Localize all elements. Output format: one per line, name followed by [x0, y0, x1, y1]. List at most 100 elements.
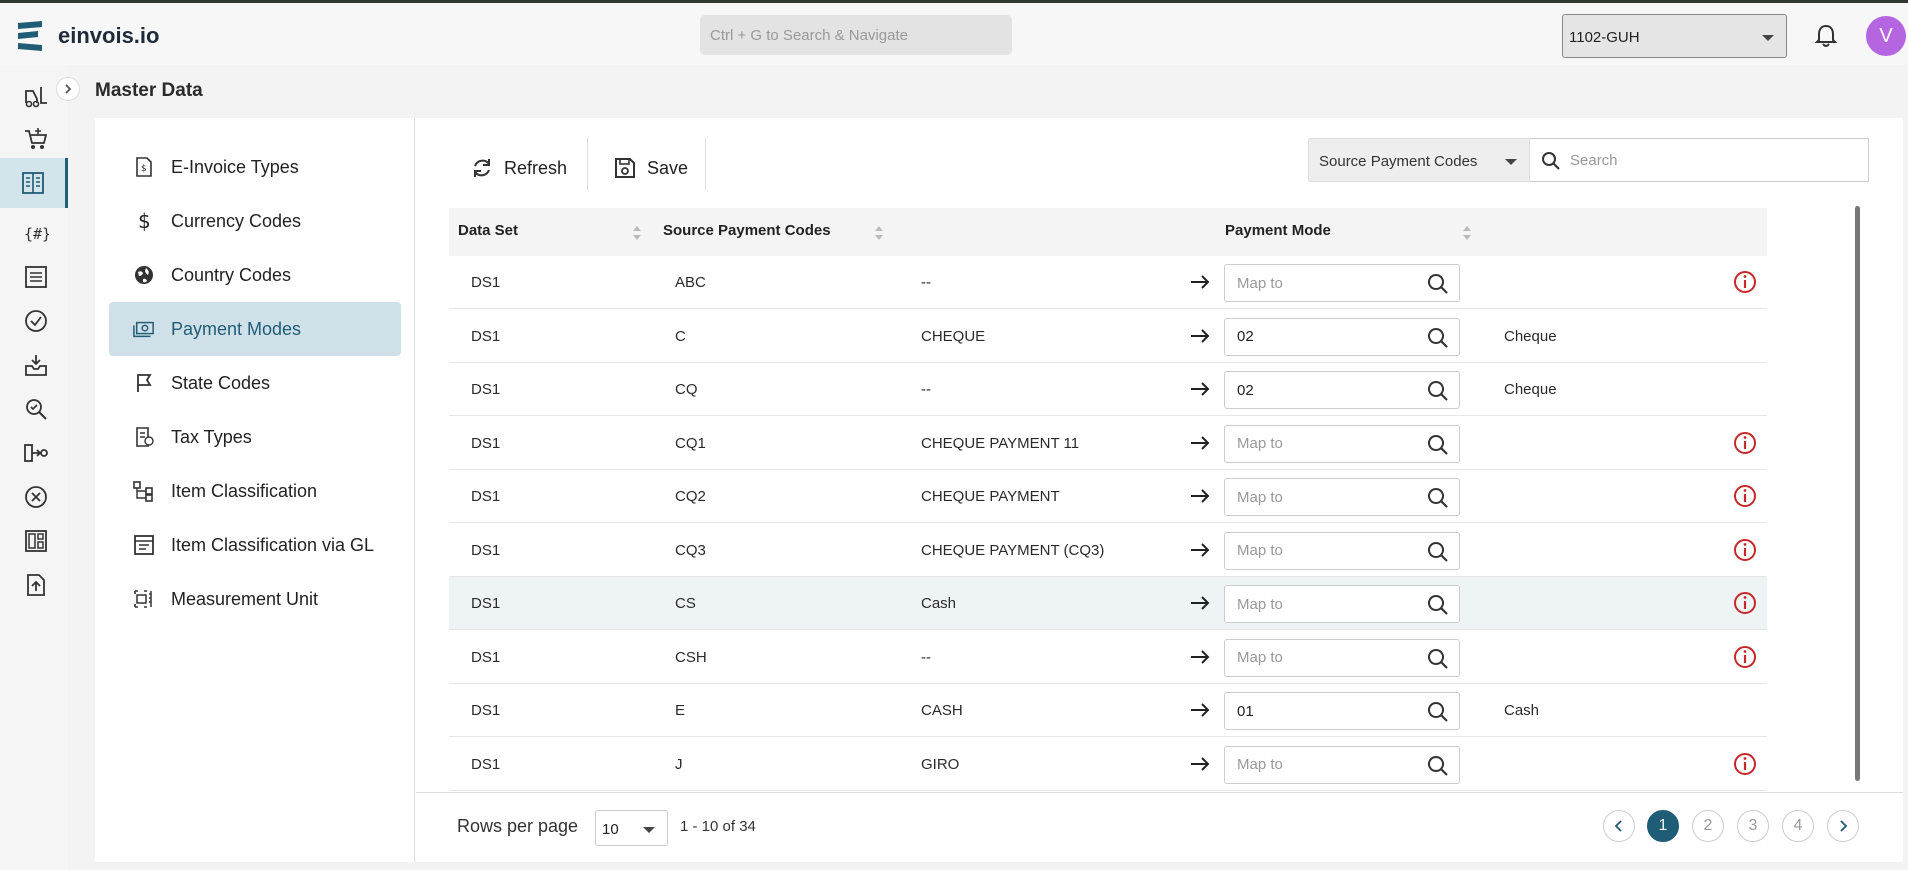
nav-item-measurement-unit[interactable]: Measurement Unit	[109, 572, 401, 626]
rail-list-icon[interactable]	[14, 255, 58, 299]
nav-item-item-classification-gl[interactable]: Item Classification via GL	[109, 518, 401, 572]
warning-info-icon[interactable]	[1733, 484, 1757, 508]
rail-inbox-icon[interactable]	[14, 343, 58, 387]
map-to-input[interactable]	[1237, 693, 1417, 729]
hierarchy-icon	[133, 480, 155, 502]
vertical-scrollbar[interactable]	[1855, 206, 1860, 781]
search-icon[interactable]	[1427, 594, 1449, 616]
nav-item-tax-types[interactable]: Tax Types	[109, 410, 401, 464]
nav-item-label: State Codes	[171, 372, 271, 393]
user-avatar[interactable]: V	[1866, 16, 1906, 56]
map-to-input[interactable]	[1237, 425, 1417, 462]
table-row[interactable]: DS1 J GIRO	[449, 738, 1767, 791]
search-icon[interactable]	[1427, 755, 1449, 777]
map-to-input[interactable]	[1237, 746, 1417, 783]
map-to-input[interactable]	[1237, 265, 1417, 301]
page-button-2[interactable]: 2	[1692, 810, 1724, 842]
table-row[interactable]: DS1 E CASH Cash	[449, 684, 1767, 737]
map-to-field[interactable]	[1224, 745, 1460, 784]
table-row[interactable]: DS1 CSH --	[449, 631, 1767, 684]
search-icon[interactable]	[1427, 434, 1449, 456]
search-icon[interactable]	[1427, 648, 1449, 670]
rail-variables-icon[interactable]: {#}	[14, 211, 58, 255]
global-search[interactable]	[700, 15, 1012, 55]
search-icon[interactable]	[1427, 327, 1449, 349]
header-payment-mode[interactable]: Payment Mode	[1225, 222, 1331, 239]
map-to-input[interactable]	[1237, 639, 1417, 676]
sort-icon[interactable]	[1462, 224, 1472, 242]
warning-info-icon[interactable]	[1733, 752, 1757, 776]
warning-info-icon[interactable]	[1733, 431, 1757, 455]
page-button-3[interactable]: 3	[1737, 810, 1769, 842]
save-button[interactable]: Save	[613, 148, 688, 188]
map-to-input[interactable]	[1237, 479, 1417, 515]
rail-flow-icon[interactable]	[14, 431, 58, 475]
nav-item-e-invoice-types[interactable]: $ E-Invoice Types	[109, 140, 401, 194]
warning-info-icon[interactable]	[1733, 591, 1757, 615]
map-to-field[interactable]	[1224, 424, 1460, 463]
rail-cancel-icon[interactable]	[14, 475, 58, 519]
map-to-field[interactable]	[1224, 264, 1460, 302]
sort-icon[interactable]	[632, 224, 642, 242]
nav-item-state-codes[interactable]: State Codes	[109, 356, 401, 410]
map-to-field[interactable]	[1224, 478, 1460, 516]
master-data-nav: $ E-Invoice Types $ Currency Codes Count…	[95, 118, 415, 862]
table-search-input[interactable]	[1570, 139, 1860, 181]
page-button-1[interactable]: 1	[1647, 810, 1679, 842]
warning-info-icon[interactable]	[1733, 645, 1757, 669]
map-to-field[interactable]	[1224, 317, 1460, 356]
map-to-input[interactable]	[1237, 586, 1417, 622]
table-row[interactable]: DS1 ABC --	[449, 256, 1767, 309]
table-row[interactable]: DS1 CQ2 CHEQUE PAYMENT	[449, 470, 1767, 523]
rail-cart-icon[interactable]	[14, 117, 58, 161]
cell-data-set: DS1	[471, 274, 501, 291]
nav-item-currency-codes[interactable]: $ Currency Codes	[109, 194, 401, 248]
map-to-input[interactable]	[1237, 318, 1417, 355]
brand-name[interactable]: einvois.io	[58, 23, 159, 49]
search-icon[interactable]	[1427, 273, 1449, 295]
table-row[interactable]: DS1 CQ -- Cheque	[449, 363, 1767, 416]
search-icon[interactable]	[1427, 541, 1449, 563]
rail-upload-icon[interactable]	[14, 563, 58, 607]
rail-expand-toggle[interactable]	[56, 77, 80, 101]
sort-icon[interactable]	[874, 224, 884, 242]
page-button-4[interactable]: 4	[1782, 810, 1814, 842]
nav-item-country-codes[interactable]: Country Codes	[109, 248, 401, 302]
nav-item-item-classification[interactable]: Item Classification	[109, 464, 401, 518]
table-search[interactable]	[1530, 138, 1869, 182]
header-source-codes[interactable]: Source Payment Codes	[663, 222, 831, 239]
search-icon[interactable]	[1427, 380, 1449, 402]
cell-data-set: DS1	[471, 702, 501, 719]
bell-icon[interactable]	[1814, 23, 1838, 49]
search-field-select[interactable]: Source Payment Codes	[1308, 138, 1530, 182]
refresh-button[interactable]: Refresh	[470, 148, 567, 188]
table-row[interactable]: DS1 CQ3 CHEQUE PAYMENT (CQ3)	[449, 524, 1767, 577]
rail-master-data-icon[interactable]	[0, 158, 68, 208]
next-page-button[interactable]	[1827, 810, 1859, 842]
warning-info-icon[interactable]	[1733, 538, 1757, 562]
map-to-field[interactable]	[1224, 531, 1460, 570]
save-label: Save	[647, 157, 689, 178]
map-to-field[interactable]	[1224, 585, 1460, 623]
map-to-field[interactable]	[1224, 638, 1460, 677]
map-to-field[interactable]	[1224, 371, 1460, 409]
global-search-input[interactable]	[700, 15, 1012, 55]
table-row[interactable]: DS1 CQ1 CHEQUE PAYMENT 11	[449, 417, 1767, 470]
prev-page-button[interactable]	[1603, 810, 1635, 842]
rows-per-page-select[interactable]: 10	[595, 810, 668, 846]
map-to-input[interactable]	[1237, 532, 1417, 569]
rail-search-doc-icon[interactable]	[14, 387, 58, 431]
rail-forklift-icon[interactable]	[14, 74, 58, 118]
rail-check-circle-icon[interactable]	[14, 299, 58, 343]
map-to-field[interactable]	[1224, 692, 1460, 730]
search-icon[interactable]	[1427, 701, 1449, 723]
table-row[interactable]: DS1 CS Cash	[449, 577, 1767, 630]
search-icon[interactable]	[1427, 487, 1449, 509]
header-data-set[interactable]: Data Set	[458, 222, 518, 239]
table-row[interactable]: DS1 C CHEQUE Cheque	[449, 310, 1767, 363]
nav-item-payment-modes[interactable]: Payment Modes	[109, 302, 401, 356]
warning-info-icon[interactable]	[1733, 270, 1757, 294]
map-to-input[interactable]	[1237, 372, 1417, 408]
company-select[interactable]: 1102-GUH	[1562, 14, 1787, 58]
rail-dashboard-icon[interactable]	[14, 519, 58, 563]
